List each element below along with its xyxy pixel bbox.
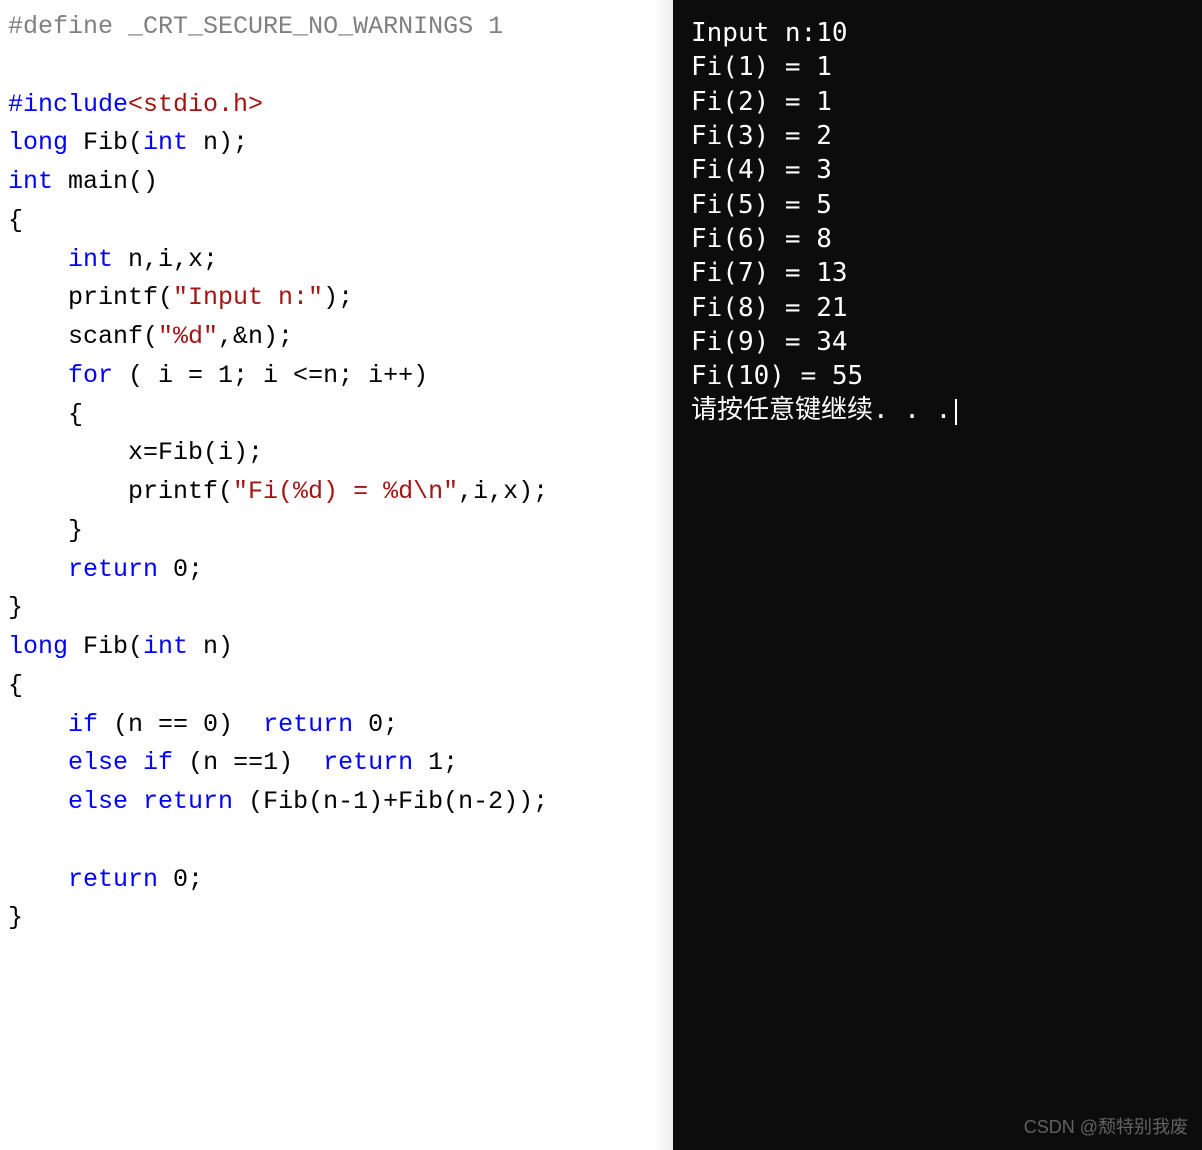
- else-keyword: else: [68, 748, 128, 777]
- for-lbrace: {: [8, 400, 83, 429]
- int-keyword: int: [143, 632, 188, 661]
- indent: [8, 361, 68, 390]
- fib-decl-name: Fib(: [68, 128, 143, 157]
- if-keyword: if: [143, 748, 173, 777]
- printf-call: printf(: [8, 283, 173, 312]
- terminal-line: Fi(10) = 55: [691, 359, 1184, 393]
- string-literal: "%d": [158, 322, 218, 351]
- terminal-output-panel[interactable]: Input n:10Fi(1) = 1Fi(2) = 1Fi(3) = 2Fi(…: [673, 0, 1202, 1150]
- int-keyword: int: [143, 128, 188, 157]
- indent: [8, 787, 68, 816]
- fib-def-name: Fib(: [68, 632, 143, 661]
- terminal-line: Fi(6) = 8: [691, 222, 1184, 256]
- watermark-text: CSDN @颓特别我废: [1024, 1116, 1188, 1140]
- return-keyword: return: [323, 748, 413, 777]
- scanf-end: ,&n);: [218, 322, 293, 351]
- terminal-line: 请按任意键继续. . .: [691, 393, 1184, 427]
- if-keyword: if: [68, 710, 98, 739]
- space: [128, 787, 143, 816]
- rbrace: }: [8, 903, 23, 932]
- var-declarations: n,i,x;: [113, 245, 218, 274]
- return-value: 0;: [353, 710, 398, 739]
- fib-def-param: n): [188, 632, 233, 661]
- terminal-line: Fi(2) = 1: [691, 85, 1184, 119]
- terminal-line: Input n:10: [691, 16, 1184, 50]
- terminal-line: Fi(9) = 34: [691, 325, 1184, 359]
- terminal-line: Fi(7) = 13: [691, 256, 1184, 290]
- for-rbrace: }: [8, 516, 83, 545]
- int-keyword: int: [8, 167, 53, 196]
- else-keyword: else: [68, 787, 128, 816]
- indent: [8, 865, 68, 894]
- string-literal: "Input n:": [173, 283, 323, 312]
- elseif-condition: (n ==1): [173, 748, 323, 777]
- terminal-line: Fi(8) = 21: [691, 291, 1184, 325]
- define-value: _CRT_SECURE_NO_WARNINGS 1: [113, 12, 503, 41]
- long-keyword: long: [8, 128, 68, 157]
- return-zero: 0;: [158, 865, 203, 894]
- code-editor-panel: #define _CRT_SECURE_NO_WARNINGS 1 #inclu…: [0, 0, 673, 1150]
- indent: [8, 555, 68, 584]
- terminal-line: Fi(3) = 2: [691, 119, 1184, 153]
- for-keyword: for: [68, 361, 113, 390]
- return-keyword: return: [68, 865, 158, 894]
- return-value: 1;: [413, 748, 458, 777]
- return-keyword: return: [263, 710, 353, 739]
- assign-x: x=Fib(i);: [8, 438, 263, 467]
- printf-end: );: [323, 283, 353, 312]
- include-directive: #include: [8, 90, 128, 119]
- if-condition: (n == 0): [98, 710, 263, 739]
- scanf-call: scanf(: [8, 322, 158, 351]
- main-name: main(): [53, 167, 158, 196]
- return-zero: 0;: [158, 555, 203, 584]
- printf-end: ,i,x);: [458, 477, 548, 506]
- lbrace: {: [8, 671, 23, 700]
- lbrace: {: [8, 206, 23, 235]
- long-keyword: long: [8, 632, 68, 661]
- string-literal: "Fi(%d) = %d\n": [233, 477, 458, 506]
- cursor-icon: [955, 399, 957, 425]
- indent: [8, 748, 68, 777]
- terminal-line: Fi(1) = 1: [691, 50, 1184, 84]
- rbrace: }: [8, 593, 23, 622]
- indent: [8, 245, 68, 274]
- return-keyword: return: [68, 555, 158, 584]
- define-directive: #define: [8, 12, 113, 41]
- printf-call: printf(: [8, 477, 233, 506]
- fib-decl-param: n);: [188, 128, 248, 157]
- indent: [8, 710, 68, 739]
- include-path: <stdio.h>: [128, 90, 263, 119]
- for-condition: ( i = 1; i <=n; i++): [113, 361, 428, 390]
- terminal-line: Fi(5) = 5: [691, 188, 1184, 222]
- space: [128, 748, 143, 777]
- return-recursive: (Fib(n-1)+Fib(n-2));: [233, 787, 548, 816]
- return-keyword: return: [143, 787, 233, 816]
- terminal-line: Fi(4) = 3: [691, 153, 1184, 187]
- int-keyword: int: [68, 245, 113, 274]
